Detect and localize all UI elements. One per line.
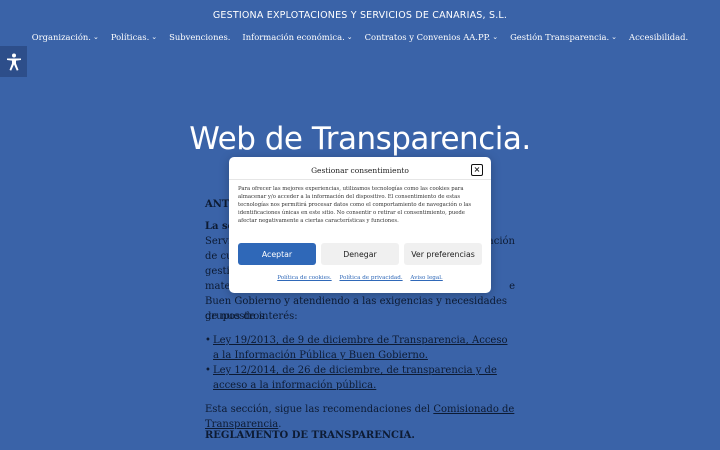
divider <box>229 179 491 180</box>
page: GESTIONA EXPLOTACIONES Y SERVICIOS DE CA… <box>0 0 720 450</box>
main-nav: Organización. ⌄ Políticas. ⌄ Subvenciones.… <box>0 32 720 42</box>
nav-item-contratos[interactable]: Contratos y Convenios AA.PP. ⌄ <box>359 32 504 42</box>
list-item: Ley 12/2014, de 26 de diciembre, de tran… <box>205 363 513 393</box>
law-link-12-2014[interactable]: Ley 12/2014, de 26 de diciembre, de tran… <box>213 365 497 391</box>
chevron-down-icon: ⌄ <box>92 33 99 41</box>
page-title: Web de Transparencia. <box>189 121 531 157</box>
view-preferences-button[interactable]: Ver preferencias <box>404 243 482 265</box>
deny-button[interactable]: Denegar <box>321 243 399 265</box>
site-title[interactable]: GESTIONA EXPLOTACIONES Y SERVICIOS DE CA… <box>0 10 720 21</box>
close-icon[interactable]: × <box>471 164 483 176</box>
legal-notice-link[interactable]: Aviso legal. <box>410 275 442 281</box>
laws-list: Ley 19/2013, de 9 de diciembre de Transp… <box>205 333 513 393</box>
consent-title: Gestionar consentimiento <box>311 166 409 175</box>
nav-item-politicas[interactable]: Políticas. ⌄ <box>105 32 163 42</box>
accessibility-widget-button[interactable] <box>0 46 27 77</box>
chevron-down-icon: ⌄ <box>346 33 353 41</box>
consent-text: Para ofrecer las mejores experiencias, u… <box>238 186 472 225</box>
nav-item-subvenciones[interactable]: Subvenciones. <box>163 32 236 42</box>
cookie-policy-link[interactable]: Política de cookies. <box>277 275 331 281</box>
section-heading-antecedentes: ANT <box>205 199 230 210</box>
nav-item-organizacion[interactable]: Organización. ⌄ <box>26 32 105 42</box>
chevron-down-icon: ⌄ <box>611 33 618 41</box>
consent-dialog: Gestionar consentimiento × Para ofrecer … <box>229 157 491 293</box>
list-item: Ley 19/2013, de 9 de diciembre de Transp… <box>205 333 513 363</box>
chevron-down-icon: ⌄ <box>492 33 499 41</box>
chevron-down-icon: ⌄ <box>151 33 158 41</box>
section-heading-reglamento: REGLAMENTO DE TRANSPARENCIA. <box>205 430 415 441</box>
accessibility-icon <box>6 53 21 71</box>
consent-links: Política de cookies. Política de privaci… <box>229 275 491 281</box>
law-link-19-2013[interactable]: Ley 19/2013, de 9 de diciembre de Transp… <box>213 335 508 361</box>
nav-item-accesibilidad[interactable]: Accesibilidad. <box>623 32 694 42</box>
accept-button[interactable]: Aceptar <box>238 243 316 265</box>
nav-item-informacion-economica[interactable]: Información económica. ⌄ <box>236 32 358 42</box>
privacy-policy-link[interactable]: Política de privacidad. <box>339 275 402 281</box>
nav-item-gestion-transparencia[interactable]: Gestión Transparencia. ⌄ <box>504 32 623 42</box>
